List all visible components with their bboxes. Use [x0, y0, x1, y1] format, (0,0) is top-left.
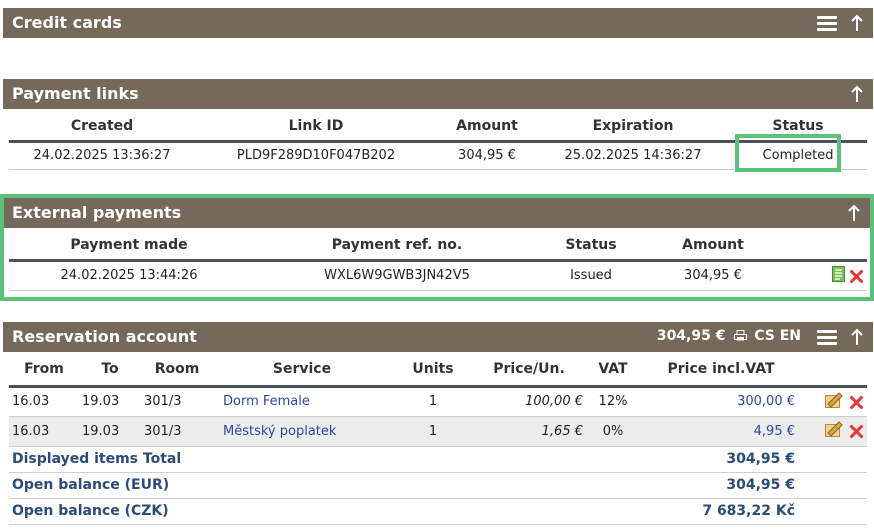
table-row: 24.02.2025 13:44:26 WXL6W9GWB3JN42V5 Iss…: [9, 260, 867, 291]
col-link-id: Link ID: [195, 113, 437, 143]
reservation-balance: 304,95 €: [656, 328, 726, 344]
status-highlight: [735, 134, 841, 172]
col-vat: VAT: [583, 354, 643, 388]
status-cell: Issued: [545, 260, 637, 291]
price-vat-cell: 300,00 €: [643, 386, 799, 417]
to-cell: 19.03: [79, 416, 141, 447]
col-price-unit: Price/Un.: [475, 354, 583, 388]
open-balance-eur-label: Open balance (EUR): [9, 472, 391, 499]
from-cell: 16.03: [9, 416, 79, 447]
arrow-up-icon[interactable]: [850, 85, 864, 103]
col-room: Room: [141, 354, 213, 388]
delete-icon[interactable]: [849, 269, 863, 283]
delete-icon[interactable]: [849, 424, 863, 438]
col-created: Created: [9, 113, 195, 143]
amount-cell: 304,95 €: [637, 260, 789, 291]
printer-icon[interactable]: [734, 329, 748, 341]
document-icon[interactable]: [832, 265, 845, 286]
arrow-up-icon[interactable]: [850, 328, 864, 346]
edit-icon[interactable]: [825, 421, 843, 441]
price-vat-cell: 4,95 €: [643, 416, 799, 447]
room-cell: 301/3: [141, 416, 213, 447]
table-row: 16.03 19.03 301/3 Dorm Female 1 100,00 €…: [9, 386, 867, 417]
col-amount: Amount: [437, 113, 537, 143]
expiration-cell: 25.02.2025 14:36:27: [537, 141, 729, 170]
open-balance-czk-value: 7 683,22 Kč: [391, 498, 799, 525]
open-balance-czk-label: Open balance (CZK): [9, 498, 391, 525]
service-link[interactable]: Dorm Female: [223, 394, 310, 409]
amount-cell: 304,95 €: [437, 141, 537, 170]
open-balance-eur-row: Open balance (EUR) 304,95 €: [9, 472, 867, 499]
payment-made-cell: 24.02.2025 13:44:26: [9, 260, 249, 291]
payment-links-header: Payment links: [3, 79, 873, 109]
price-unit-cell: 100,00 €: [475, 386, 583, 417]
service-link[interactable]: Městský poplatek: [223, 424, 336, 439]
delete-icon[interactable]: [849, 395, 863, 409]
open-balance-czk-row: Open balance (CZK) 7 683,22 Kč: [9, 498, 867, 525]
external-payments-header: External payments: [4, 198, 870, 228]
displayed-total-label: Displayed items Total: [9, 445, 391, 473]
reservation-account-header: Reservation account 304,95 € CS EN: [3, 322, 873, 352]
external-payments-table: Payment made Payment ref. no. Status Amo…: [9, 232, 867, 291]
external-payments-title: External payments: [12, 203, 182, 222]
from-cell: 16.03: [9, 386, 79, 417]
open-balance-eur-value: 304,95 €: [391, 472, 799, 499]
displayed-total-row: Displayed items Total 304,95 €: [9, 445, 867, 473]
payment-links-title: Payment links: [12, 84, 139, 103]
credit-cards-header: Credit cards: [3, 8, 873, 38]
to-cell: 19.03: [79, 386, 141, 417]
col-amount: Amount: [637, 232, 789, 262]
units-cell: 1: [391, 416, 475, 447]
table-row: 16.03 19.03 301/3 Městský poplatek 1 1,6…: [9, 416, 867, 447]
edit-icon[interactable]: [825, 391, 843, 412]
reservation-account-title: Reservation account: [12, 327, 197, 346]
reservation-table: From To Room Service Units Price/Un. VAT…: [9, 354, 867, 525]
link-id-cell: PLD9F289D10F047B202: [195, 141, 437, 170]
col-payment-made: Payment made: [9, 232, 249, 262]
col-expiration: Expiration: [537, 113, 729, 143]
col-to: To: [79, 354, 141, 388]
col-price-incl-vat: Price incl.VAT: [643, 354, 799, 388]
col-payment-ref: Payment ref. no.: [249, 232, 545, 262]
hamburger-menu-icon[interactable]: [817, 330, 837, 345]
hamburger-menu-icon[interactable]: [817, 16, 837, 31]
col-service: Service: [213, 354, 391, 388]
price-unit-cell: 1,65 €: [475, 416, 583, 447]
arrow-up-icon[interactable]: [847, 204, 861, 222]
displayed-total-value: 304,95 €: [391, 446, 799, 473]
col-status: Status: [545, 232, 637, 262]
col-from: From: [9, 354, 79, 388]
payment-ref-cell: WXL6W9GWB3JN42V5: [249, 260, 545, 291]
vat-cell: 12%: [583, 386, 643, 417]
col-units: Units: [391, 354, 475, 388]
created-cell: 24.02.2025 13:36:27: [9, 141, 195, 170]
credit-cards-title: Credit cards: [12, 13, 122, 32]
language-switch[interactable]: CS EN: [754, 328, 801, 344]
units-cell: 1: [391, 386, 475, 417]
vat-cell: 0%: [583, 416, 643, 447]
arrow-up-icon[interactable]: [850, 14, 864, 32]
room-cell: 301/3: [141, 386, 213, 417]
